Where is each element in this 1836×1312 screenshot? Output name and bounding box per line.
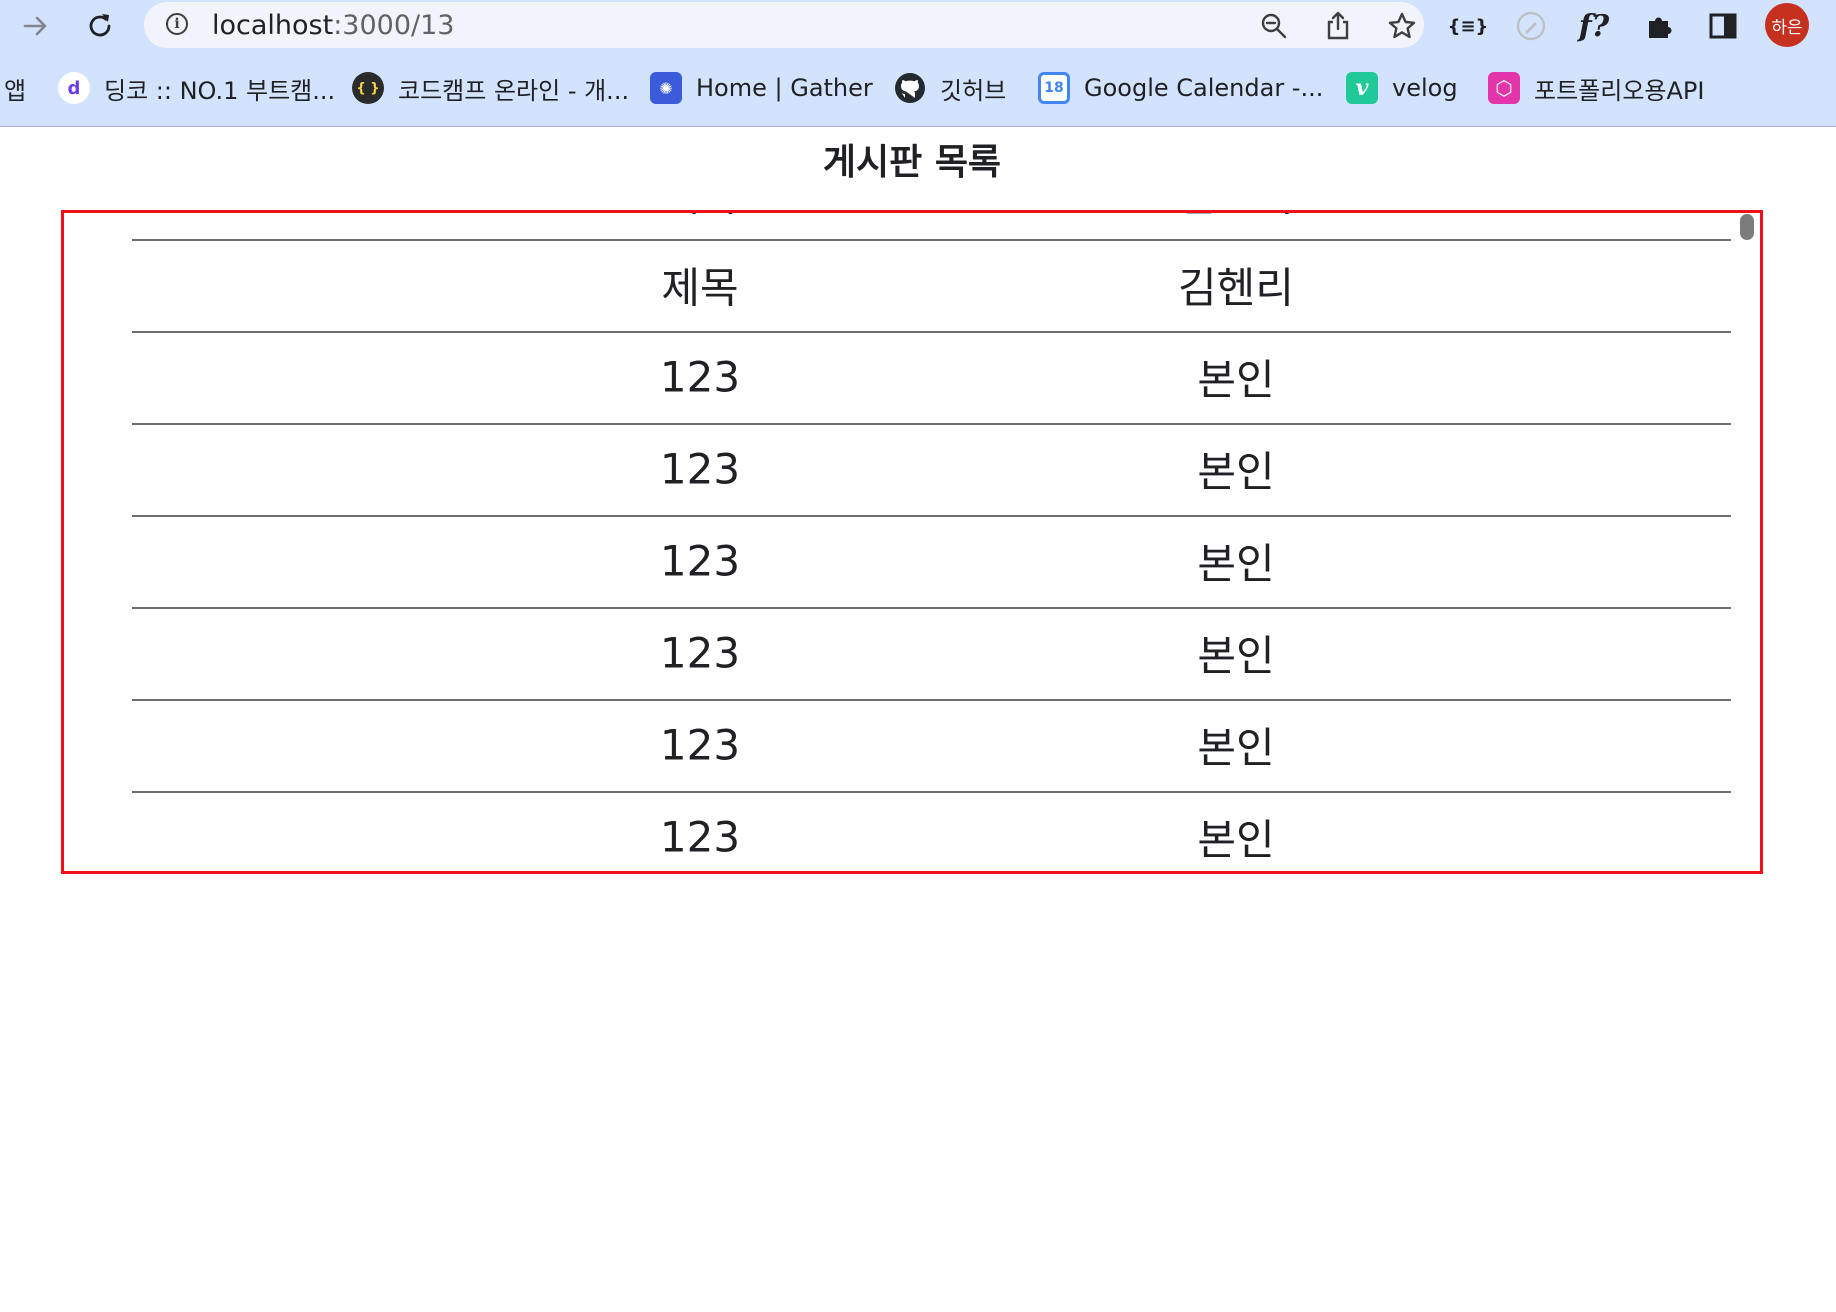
codecamp-icon: { } <box>352 72 384 104</box>
browser-chrome: i localhost:3000/13 {≡} f? 하은 앱 d 딩코:: … <box>0 0 1836 127</box>
table-row[interactable]: 제목 김헨리 <box>132 239 1731 333</box>
function-extension-icon[interactable]: f? <box>1576 8 1612 44</box>
page-content: 게시판 목록 제목 김헨리 제목 김헨리 123 본인 123 본인 123 본… <box>0 127 1836 1312</box>
url-text[interactable]: localhost:3000/13 <box>212 11 454 41</box>
github-icon <box>894 72 926 104</box>
board-list[interactable]: 제목 김헨리 제목 김헨리 123 본인 123 본인 123 본인 123 본… <box>61 210 1763 874</box>
row-title: 123 <box>659 444 741 494</box>
profile-avatar[interactable]: 하은 <box>1765 3 1809 47</box>
profile-label: 하은 <box>1771 17 1803 38</box>
row-writer: 본인 <box>1197 631 1275 681</box>
row-writer: 본인 <box>1197 723 1275 773</box>
bookmark-codecamp[interactable]: { } 코드캠프 온라인 - 개... <box>352 66 629 110</box>
row-title: 제목 <box>661 263 739 313</box>
scrollbar-thumb[interactable] <box>1740 214 1754 240</box>
site-info-icon[interactable]: i <box>166 13 188 35</box>
reload-button[interactable] <box>80 6 120 46</box>
browser-toolbar: i localhost:3000/13 {≡} f? 하은 <box>0 0 1836 52</box>
row-title: 123 <box>659 812 741 862</box>
bookmark-label: 딩코 :: NO.1 부트캠... <box>104 76 336 105</box>
bookmark-star-icon[interactable] <box>1386 10 1418 42</box>
table-row[interactable]: 123 본인 <box>132 423 1731 517</box>
bookmark-label: Home | Gather <box>696 74 873 102</box>
row-writer: 본인 <box>1197 447 1275 497</box>
bookmark-label: velog <box>1392 74 1458 102</box>
url-path: :3000/13 <box>333 10 455 41</box>
bookmarks-bar: 앱 d 딩코 :: NO.1 부트캠... { } 코드캠프 온라인 - 개..… <box>0 66 1836 110</box>
bookmark-label: 포트폴리오용API <box>1534 76 1705 105</box>
json-viewer-extension-icon[interactable]: {≡} <box>1447 8 1489 44</box>
bookmark-portfolio-api[interactable]: ⬡ 포트폴리오용API <box>1488 66 1704 110</box>
bookmark-google-calendar[interactable]: 18 Google Calendar -... <box>1038 66 1323 110</box>
side-panel-icon[interactable] <box>1705 8 1741 44</box>
json-viewer-label: {≡} <box>1447 15 1489 37</box>
extensions-puzzle-icon[interactable] <box>1642 8 1678 44</box>
table-row-header: 제목 김헨리 <box>132 213 1731 241</box>
table-row[interactable]: 123 본인 <box>132 515 1731 609</box>
disabled-extension-icon[interactable] <box>1513 8 1549 44</box>
bookmark-gather[interactable]: ✺ Home | Gather <box>650 66 873 110</box>
header-col1: 제목 <box>661 213 738 224</box>
bookmark-github[interactable]: 깃허브 <box>894 66 1006 110</box>
row-title: 123 <box>659 720 741 770</box>
table-row[interactable]: 123 본인 <box>132 607 1731 701</box>
gather-icon: ✺ <box>650 72 682 104</box>
velog-icon: v <box>1346 72 1378 104</box>
row-title: 123 <box>659 352 741 402</box>
row-writer: 본인 <box>1197 355 1275 405</box>
row-title: 123 <box>659 536 741 586</box>
bookmark-label: 앱 <box>4 76 27 105</box>
row-writer: 김헨리 <box>1178 263 1294 313</box>
row-writer: 본인 <box>1197 815 1275 865</box>
bookmark-label: Google Calendar -... <box>1084 74 1324 102</box>
table-row[interactable]: 123 본인 <box>132 791 1731 871</box>
row-writer: 본인 <box>1197 539 1275 589</box>
reload-icon <box>89 14 111 37</box>
table-row[interactable]: 123 본인 <box>132 331 1731 425</box>
header-col2: 김헨리 <box>1178 213 1294 224</box>
address-bar[interactable]: i localhost:3000/13 <box>144 2 1424 48</box>
forward-button[interactable] <box>16 6 56 46</box>
zoom-out-icon[interactable] <box>1258 10 1290 42</box>
google-calendar-icon: 18 <box>1038 72 1070 104</box>
bookmark-apps[interactable]: 앱 <box>4 66 26 110</box>
table-row[interactable]: 123 본인 <box>132 699 1731 793</box>
share-icon[interactable] <box>1322 10 1354 42</box>
graphql-icon: ⬡ <box>1488 72 1520 104</box>
row-title: 123 <box>659 628 741 678</box>
arrow-right-icon <box>23 16 47 36</box>
bookmark-dingco[interactable]: d 딩코 :: NO.1 부트캠... <box>58 66 335 110</box>
page-title: 게시판 목록 <box>822 142 1002 183</box>
function-extension-label: f? <box>1578 8 1610 44</box>
bookmark-velog[interactable]: v velog <box>1346 66 1458 110</box>
dingco-icon: d <box>58 72 90 104</box>
bookmark-label: 코드캠프 온라인 - 개... <box>398 76 630 105</box>
bookmark-label: 깃허브 <box>940 76 1007 105</box>
url-host: localhost <box>212 10 334 41</box>
